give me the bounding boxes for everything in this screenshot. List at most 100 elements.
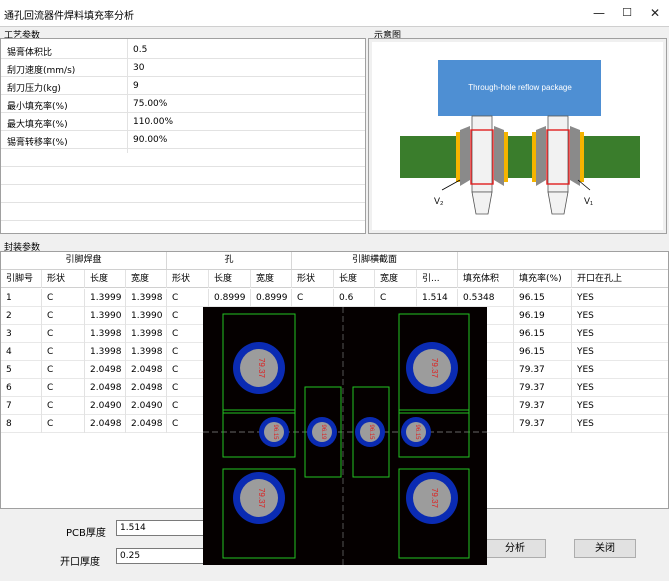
small-pad: 96.15 <box>259 417 289 447</box>
cell: 4 <box>1 343 42 361</box>
cell: YES <box>577 311 594 321</box>
cell: 7 <box>1 397 42 415</box>
large-pad: 79.37 <box>233 342 285 394</box>
cell: 2.0498 <box>85 361 126 379</box>
fill-label: 79.37 <box>430 488 439 509</box>
param-value: 9 <box>133 81 139 91</box>
window-title: 通孔回流器件焊料填充率分析 <box>4 11 134 22</box>
group-header-pad: 引脚焊盘 <box>1 252 167 269</box>
close-window-button[interactable]: ✕ <box>646 4 664 22</box>
param-label: 最大填充率(%) <box>7 120 68 130</box>
cell: YES <box>577 383 594 393</box>
param-value: 0.5 <box>133 45 148 55</box>
col-header[interactable]: 宽度 <box>375 270 417 288</box>
fill-label: 79.37 <box>430 358 439 379</box>
col-header[interactable]: 开口在孔上 <box>572 270 668 288</box>
close-button[interactable]: 关闭 <box>574 539 636 558</box>
fill-label: 96.19 <box>320 424 326 440</box>
param-label: 刮刀速度(mm/s) <box>7 66 76 76</box>
table-row[interactable]: 1 C 1.3999 1.3998 C 0.8999 0.8999 C 0.6 … <box>1 289 668 307</box>
opening-thickness-input[interactable]: 0.25 <box>116 548 206 564</box>
col-header[interactable]: 宽度 <box>126 270 167 288</box>
param-label: 刮刀压力(kg) <box>7 84 61 94</box>
pcb-board <box>400 136 640 178</box>
footprint-preview[interactable]: 79.37 79.37 79.37 79.37 96.15 96.19 96.1… <box>203 307 487 565</box>
param-value: 90.00% <box>133 135 168 145</box>
package-label: Through-hole reflow package <box>468 83 572 92</box>
param-row[interactable]: 锡膏转移率(%) 90.00% <box>1 131 365 149</box>
cell: 0.6 <box>334 289 375 307</box>
cell: 0.8999 <box>251 289 292 307</box>
opening-thickness-label: 开口厚度 <box>60 557 100 568</box>
fillet-left-a <box>460 126 470 186</box>
col-header[interactable]: 长度 <box>85 270 126 288</box>
cell: 0.8999 <box>209 289 251 307</box>
cell: 1.3998 <box>85 343 126 361</box>
param-row[interactable]: 锡膏体积比 0.5 <box>1 41 365 59</box>
cell: C <box>42 343 85 361</box>
fill-label: 96.15 <box>272 424 278 440</box>
cell: 6 <box>1 379 42 397</box>
param-value: 75.00% <box>133 99 168 109</box>
cell: 0.5348 <box>458 289 514 307</box>
cell: 79.37 <box>514 397 572 415</box>
cell: 96.15 <box>514 289 572 307</box>
minimize-button[interactable]: — <box>590 4 608 22</box>
col-header[interactable]: 形状 <box>292 270 334 288</box>
col-header[interactable]: 引脚号 <box>1 270 42 288</box>
col-header[interactable]: 形状 <box>42 270 85 288</box>
cell: C <box>42 325 85 343</box>
column-header-row: 引脚号 形状 长度 宽度 形状 长度 宽度 形状 长度 宽度 引... 填充体积… <box>1 270 668 288</box>
col-header[interactable]: 形状 <box>167 270 209 288</box>
cell: 2.0490 <box>126 397 167 415</box>
title-bar: 通孔回流器件焊料填充率分析 — ☐ ✕ <box>0 0 669 27</box>
cell: 1.3998 <box>126 289 167 307</box>
group-header-hole: 孔 <box>167 252 292 269</box>
param-row[interactable]: 最大填充率(%) 110.00% <box>1 113 365 131</box>
col-header[interactable]: 填充体积 <box>458 270 514 288</box>
col-header[interactable]: 宽度 <box>251 270 292 288</box>
large-pad: 79.37 <box>406 342 458 394</box>
fill-label: 79.37 <box>257 488 266 509</box>
process-params-table: 锡膏体积比 0.5 刮刀速度(mm/s) 30 刮刀压力(kg) 9 最小填充率… <box>0 38 366 234</box>
cell: YES <box>577 293 594 303</box>
marker-line-left <box>441 179 461 191</box>
param-label: 锡膏体积比 <box>7 48 53 58</box>
cell: 2.0498 <box>126 415 167 433</box>
fillet-right-b <box>570 126 580 186</box>
cell: 96.15 <box>514 325 572 343</box>
col-header[interactable]: 长度 <box>334 270 375 288</box>
pin-right-tip <box>547 191 569 215</box>
param-value: 30 <box>133 63 145 73</box>
param-row[interactable]: 刮刀速度(mm/s) 30 <box>1 59 365 77</box>
footprint-svg: 79.37 79.37 79.37 79.37 96.15 96.19 96.1… <box>203 307 487 565</box>
cell: YES <box>577 329 594 339</box>
param-row[interactable]: 最小填充率(%) 75.00% <box>1 95 365 113</box>
cell: 1.3998 <box>85 325 126 343</box>
cell: 96.19 <box>514 307 572 325</box>
pcb-thickness-input[interactable]: 1.514 <box>116 520 206 536</box>
col-header[interactable]: 引... <box>417 270 458 288</box>
col-header[interactable]: 长度 <box>209 270 251 288</box>
large-pad: 79.37 <box>233 472 285 524</box>
cell: 2.0490 <box>85 397 126 415</box>
cell: 79.37 <box>514 361 572 379</box>
large-pad: 79.37 <box>406 472 458 524</box>
v2-label: V₂ <box>434 196 444 206</box>
param-value: 110.00% <box>133 117 174 127</box>
cell: 3 <box>1 325 42 343</box>
maximize-button[interactable]: ☐ <box>618 4 636 22</box>
v1-label: V₁ <box>584 196 593 206</box>
col-header[interactable]: 填充率(%) <box>514 270 572 288</box>
cell: 2.0498 <box>85 415 126 433</box>
cell: 1.3998 <box>126 343 167 361</box>
cell: 96.15 <box>514 343 572 361</box>
cell: 1.3990 <box>85 307 126 325</box>
param-label: 锡膏转移率(%) <box>7 138 68 148</box>
pcb-thickness-label: PCB厚度 <box>66 528 106 539</box>
small-pad: 96.19 <box>307 417 337 447</box>
pin-right <box>547 115 569 193</box>
analyze-button[interactable]: 分析 <box>484 539 546 558</box>
cell: YES <box>577 419 594 429</box>
param-row[interactable]: 刮刀压力(kg) 9 <box>1 77 365 95</box>
